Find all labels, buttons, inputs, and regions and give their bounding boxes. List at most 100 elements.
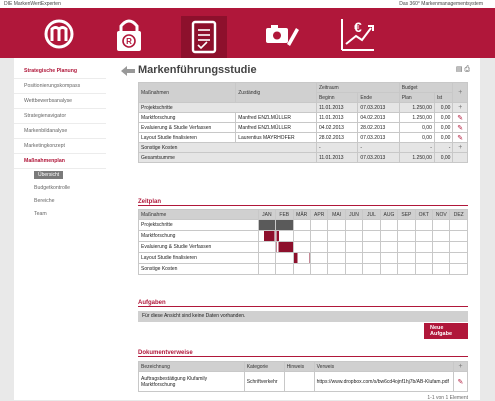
cell-plan: 1.250,00 — [398, 112, 435, 123]
cell-verweis-link[interactable]: https://www.dropbox.com/s/bw6cd4ojnf1hj7… — [313, 371, 454, 392]
cell-plan: - — [398, 142, 435, 153]
month-mai: MAI — [327, 209, 346, 220]
col-ist: Ist — [433, 92, 454, 103]
sidebar-item-uebersicht-label: Übersicht — [34, 171, 64, 179]
cell-massnahme: Layout Studie finalisieren — [137, 132, 237, 143]
col-budget: Budget — [398, 82, 454, 93]
new-task-button[interactable]: Neue Aufgabe — [424, 323, 468, 339]
month-aug: AUG — [379, 209, 399, 220]
tagline: Das 360° Markenmanagementsystem — [399, 1, 483, 7]
sidebar-item-strategische-planung[interactable]: Strategische Planung — [14, 64, 106, 79]
gantt-row: Projektschritte — [138, 219, 468, 231]
sidebar-item-markenbildanalyse[interactable]: Markenbildanalyse — [14, 124, 106, 139]
sidebar-item-massnahmenplan[interactable]: Maßnahmenplan — [14, 154, 106, 169]
sidebar-item-uebersicht[interactable]: Übersicht — [14, 169, 106, 182]
edit-pen-icon[interactable]: ✎ — [452, 122, 468, 133]
sidebar-item-team[interactable]: Team — [14, 208, 106, 221]
toolbar-icons: ▤ ⎙ — [456, 65, 470, 74]
col-zustaendig: Zuständig — [235, 82, 317, 103]
col-plan: Plan — [398, 92, 435, 103]
gantt-bar — [275, 230, 294, 242]
cell-ende: 04.02.2013 — [357, 112, 400, 123]
add-step-icon[interactable]: + — [452, 102, 468, 113]
cell-ist: 0,00 — [433, 102, 454, 113]
table-row-gesamt: Gesamtsumme 11.01.2013 07.03.2013 1.250,… — [138, 152, 468, 163]
add-document-icon[interactable]: + — [452, 361, 469, 372]
month-nov: NOV — [432, 209, 451, 220]
col-kategorie: Kategorie — [243, 361, 285, 372]
cell-ende: 07.03.2013 — [357, 132, 400, 143]
sidebar-item-positionierungskompass[interactable]: Positionierungskompass — [14, 79, 106, 94]
cell-plan: 1.250,00 — [398, 152, 435, 163]
cell-beginn: - — [315, 142, 359, 153]
sidebar-item-budgetkontrolle[interactable]: Budgetkontrolle — [14, 182, 106, 195]
gantt-row: Marktforschung — [138, 230, 468, 242]
table-row-sonstige: Sonstige Kosten - - - - + — [138, 142, 468, 153]
gantt-row: Sonstige Kosten — [138, 263, 468, 275]
cell-ende: 07.03.2013 — [357, 102, 400, 113]
cell-ist: 0,00 — [433, 152, 454, 163]
cell-zustaendig: Manfred ENZLMÜLLER — [235, 122, 317, 133]
cell-plan: 0,00 — [398, 132, 435, 143]
cell-hinweis — [283, 371, 315, 392]
month-sep: SEP — [397, 209, 416, 220]
svg-text:R: R — [126, 37, 132, 46]
table-row: Evaluierung & Studie Verfassen Manfred E… — [137, 122, 468, 133]
cell-ende: 07.03.2013 — [357, 152, 400, 163]
gantt-bar — [275, 241, 294, 253]
gantt-bar — [292, 252, 311, 264]
edit-pen-icon[interactable]: ✎ — [452, 371, 469, 392]
col-bezeichnung: Bezeichnung — [138, 361, 245, 372]
sidebar-item-marketingkonzept[interactable]: Marketingkonzept — [14, 139, 106, 154]
gantt-label: Marktforschung — [138, 230, 259, 242]
cell-beginn: 28.02.2013 — [315, 132, 359, 143]
gantt-bar — [257, 219, 277, 231]
camera-pen-icon[interactable] — [263, 14, 301, 54]
col-beginn: Beginn — [315, 92, 359, 103]
content-panel: Strategische Planung Positionierungskomp… — [14, 58, 480, 401]
gantt-row: Evaluierung & Studie Verfassen — [138, 241, 468, 253]
section-zeitplan: Zeitplan — [138, 199, 468, 206]
table-row-projektschritte: Projektschritte 11.01.2013 07.03.2013 1.… — [138, 102, 468, 113]
euro-chart-icon[interactable]: € — [338, 14, 376, 54]
section-dokumente: Dokumentverweise — [138, 350, 468, 357]
month-feb: FEB — [275, 209, 294, 220]
add-cost-icon[interactable]: + — [452, 142, 468, 153]
pdf-export-icon[interactable]: ▤ — [456, 66, 463, 73]
cell-massnahme: Evaluierung & Studie Verfassen — [137, 122, 237, 133]
cell-plan: 1.250,00 — [398, 102, 435, 113]
cell-ende: 28.02.2013 — [357, 122, 400, 133]
back-arrow-icon[interactable] — [121, 66, 135, 76]
section-aufgaben: Aufgaben — [138, 300, 468, 307]
print-icon[interactable]: ⎙ — [464, 66, 470, 73]
sidebar-item-wettbewerbsanalyse[interactable]: Wettbewerbsanalyse — [14, 94, 106, 109]
svg-text:€: € — [354, 19, 362, 35]
edit-pen-icon[interactable]: ✎ — [452, 132, 468, 143]
cell-kategorie: Schriftverkehr — [243, 371, 285, 392]
cell-ist: 0,00 — [433, 122, 454, 133]
edit-pen-icon[interactable]: ✎ — [452, 112, 468, 123]
month-jun: JUN — [344, 209, 364, 220]
gantt-bar — [275, 219, 294, 231]
table-row: Marktforschung Manfred ENZLMÜLLER 11.01.… — [137, 112, 468, 123]
gantt-label: Layout Studie finalisieren — [138, 252, 259, 264]
sidebar: Strategische Planung Positionierungskomp… — [14, 64, 106, 221]
cell-zustaendig: Laurentius MAYRHOFER — [235, 132, 317, 143]
logo-m-icon[interactable] — [40, 14, 78, 54]
main-nav-bar: R € — [0, 8, 495, 66]
sidebar-item-bereiche[interactable]: Bereiche — [14, 195, 106, 208]
month-okt: OKT — [414, 209, 434, 220]
add-measure-icon[interactable]: + — [452, 82, 468, 103]
measures-table: Maßnahmen Zuständig Zeitraum Budget + Be… — [137, 82, 468, 163]
cell-ist: - — [433, 142, 454, 153]
company-name: DIE MarkenWertExperten — [4, 1, 61, 7]
month-dez: DEZ — [449, 209, 468, 220]
table-row: Auftragsbestätigung Klufamily Marktforsc… — [138, 371, 469, 392]
sidebar-item-strategienavigator[interactable]: Strategienavigator — [14, 109, 106, 124]
gantt-label: Evaluierung & Studie Verfassen — [138, 241, 259, 253]
gantt-label: Sonstige Kosten — [138, 263, 259, 275]
cell-ist: 0,00 — [433, 132, 454, 143]
top-strip: DIE MarkenWertExperten Das 360° Markenma… — [0, 0, 495, 8]
trademark-lock-icon[interactable]: R — [110, 14, 148, 54]
cell-beginn: 11.01.2013 — [315, 112, 359, 123]
